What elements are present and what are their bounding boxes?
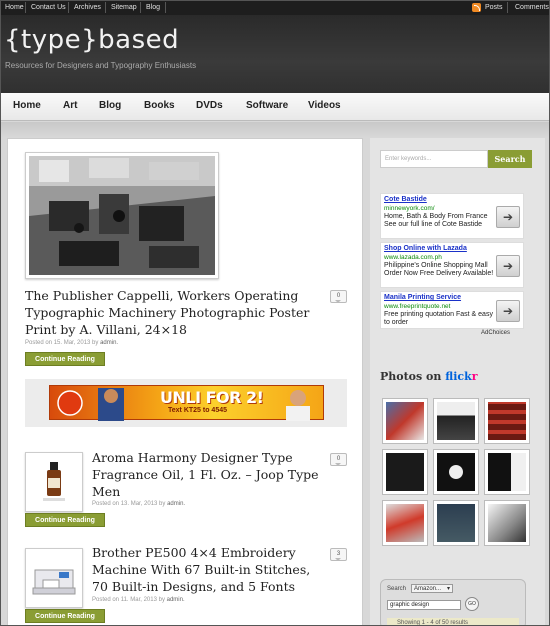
- rss-icon[interactable]: [472, 3, 481, 12]
- site-header: {type}based Resources for Designers and …: [1, 15, 549, 93]
- ad-description: Home, Bath & Body From France See our fu…: [384, 213, 488, 228]
- text-ad[interactable]: Cote Bastide minnewyork.com/ Home, Bath …: [380, 193, 524, 239]
- post-author[interactable]: admin.: [167, 501, 185, 507]
- arrow-right-icon[interactable]: ➔: [496, 206, 520, 228]
- arrow-right-icon[interactable]: ➔: [496, 255, 520, 277]
- nav-item-dvds[interactable]: DVDs: [196, 100, 223, 111]
- text-ad[interactable]: Shop Online with Lazada www.lazada.com.p…: [380, 242, 524, 288]
- nav-shadow: [1, 122, 549, 138]
- top-link-home[interactable]: Home: [5, 4, 24, 11]
- comments-feed-link[interactable]: Comments: [515, 4, 549, 11]
- ad-url[interactable]: minnewyork.com/: [384, 205, 435, 212]
- top-link-contact[interactable]: Contact Us: [31, 4, 66, 11]
- nav-item-art[interactable]: Art: [63, 100, 77, 111]
- nav-item-software[interactable]: Software: [246, 100, 288, 111]
- post-thumbnail[interactable]: [25, 548, 83, 608]
- top-link-sitemap[interactable]: Sitemap: [111, 4, 137, 11]
- nav-item-home[interactable]: Home: [13, 100, 41, 111]
- top-link-separator: [105, 2, 106, 13]
- top-bar: Home Contact Us Archives Sitemap Blog Po…: [1, 1, 549, 15]
- fragrance-oil-bottle-photo: [29, 456, 79, 508]
- main-nav: Home Art Blog Books DVDs Software Videos: [1, 93, 549, 121]
- ad-banner[interactable]: UNLI FOR 2! Text KT25 to 4545: [25, 379, 347, 427]
- flickr-photo[interactable]: [433, 500, 479, 546]
- amazon-store-select[interactable]: Amazon... ▾: [411, 584, 453, 593]
- ad-title[interactable]: Cote Bastide: [384, 196, 427, 203]
- post-thumbnail[interactable]: [25, 152, 219, 279]
- page: Home Contact Us Archives Sitemap Blog Po…: [0, 0, 550, 626]
- flickr-photo[interactable]: [433, 398, 479, 444]
- post-title[interactable]: Brother PE500 4×4 Embroidery Machine Wit…: [92, 544, 324, 595]
- post-meta: Posted on 13. Mar, 2013 by admin.: [92, 501, 185, 507]
- posts-feed-link[interactable]: Posts: [485, 4, 503, 11]
- flickr-logo-blue[interactable]: flick: [445, 370, 472, 383]
- top-link-blog[interactable]: Blog: [146, 4, 160, 11]
- nav-item-blog[interactable]: Blog: [99, 100, 121, 111]
- photos-label: Photos on: [380, 370, 442, 383]
- post-meta: Posted on 11. Mar, 2013 by admin.: [92, 597, 185, 603]
- flickr-photo[interactable]: [484, 449, 530, 495]
- post-title[interactable]: The Publisher Cappelli, Workers Operatin…: [25, 287, 325, 338]
- top-link-separator: [165, 2, 166, 13]
- post-author[interactable]: admin.: [100, 340, 118, 346]
- top-link-separator: [507, 2, 508, 13]
- search-button[interactable]: Search: [488, 150, 532, 168]
- arrow-right-icon[interactable]: ➔: [496, 300, 520, 322]
- typographic-workers-photo: [29, 156, 215, 275]
- amazon-search-label: Search: [387, 586, 407, 592]
- embroidery-machine-photo: [29, 552, 79, 604]
- flickr-photo[interactable]: [382, 500, 428, 546]
- comment-count-badge[interactable]: 3: [330, 548, 347, 561]
- post-date: Posted on 13. Mar, 2013 by: [92, 501, 166, 507]
- site-logo[interactable]: {type}based: [4, 25, 179, 55]
- amazon-go-button[interactable]: GO: [465, 597, 479, 611]
- ad-url[interactable]: www.lazada.com.ph: [384, 254, 442, 261]
- ad-title[interactable]: Shop Online with Lazada: [384, 245, 467, 252]
- flickr-logo-pink[interactable]: r: [472, 370, 478, 383]
- amazon-search-widget: Search Amazon... ▾ graphic design GO Show…: [380, 579, 526, 625]
- post-meta: Posted on 15. Mar, 2013 by admin.: [25, 340, 118, 346]
- continue-reading-button[interactable]: Continue Reading: [25, 352, 105, 366]
- amazon-results-count: Showing 1 - 4 of 50 results: [387, 618, 519, 625]
- sidebar: Enter keywords... Search Cote Bastide mi…: [370, 138, 545, 625]
- post-thumbnail[interactable]: [25, 452, 83, 512]
- top-link-separator: [68, 2, 69, 13]
- nav-item-videos[interactable]: Videos: [308, 100, 341, 111]
- adchoices-label[interactable]: AdChoices: [481, 330, 510, 336]
- top-link-archives[interactable]: Archives: [74, 4, 101, 11]
- ad-title[interactable]: Manila Printing Service: [384, 294, 461, 301]
- flickr-photo[interactable]: [382, 449, 428, 495]
- continue-reading-button[interactable]: Continue Reading: [25, 609, 105, 623]
- comment-count-badge[interactable]: 0: [330, 290, 347, 303]
- post-title[interactable]: Aroma Harmony Designer Type Fragrance Oi…: [92, 449, 324, 500]
- flickr-photo[interactable]: [484, 398, 530, 444]
- flickr-photo[interactable]: [433, 449, 479, 495]
- post-author[interactable]: admin.: [167, 597, 185, 603]
- ad-description: Free printing quotation Fast & easy to o…: [384, 311, 493, 326]
- unli-banner-image: UNLI FOR 2! Text KT25 to 4545: [49, 385, 324, 421]
- amazon-query-input[interactable]: graphic design: [387, 600, 461, 610]
- post-date: Posted on 11. Mar, 2013 by: [92, 597, 165, 603]
- chevron-down-icon: ▾: [446, 586, 450, 592]
- post-date: Posted on 15. Mar, 2013 by: [25, 340, 99, 346]
- amazon-store-value: Amazon...: [414, 586, 442, 592]
- text-ad[interactable]: Manila Printing Service www.freeprintquo…: [380, 291, 524, 329]
- comment-count-badge[interactable]: 0: [330, 453, 347, 466]
- continue-reading-button[interactable]: Continue Reading: [25, 513, 105, 527]
- photos-heading: Photos on flickr: [380, 370, 478, 383]
- ad-url[interactable]: www.freeprintquote.net: [384, 303, 450, 310]
- search-input[interactable]: Enter keywords...: [380, 150, 488, 168]
- flickr-photo[interactable]: [382, 398, 428, 444]
- flickr-photo[interactable]: [484, 500, 530, 546]
- banner-subtext: Text KT25 to 4545: [168, 407, 228, 414]
- nav-item-books[interactable]: Books: [144, 100, 175, 111]
- top-link-separator: [25, 2, 26, 13]
- ad-description: Philippine's Online Shopping Mall Order …: [384, 262, 494, 277]
- top-link-separator: [140, 2, 141, 13]
- site-tagline: Resources for Designers and Typography E…: [5, 61, 197, 70]
- main-content: The Publisher Cappelli, Workers Operatin…: [7, 138, 363, 625]
- banner-headline: UNLI FOR 2!: [160, 388, 264, 407]
